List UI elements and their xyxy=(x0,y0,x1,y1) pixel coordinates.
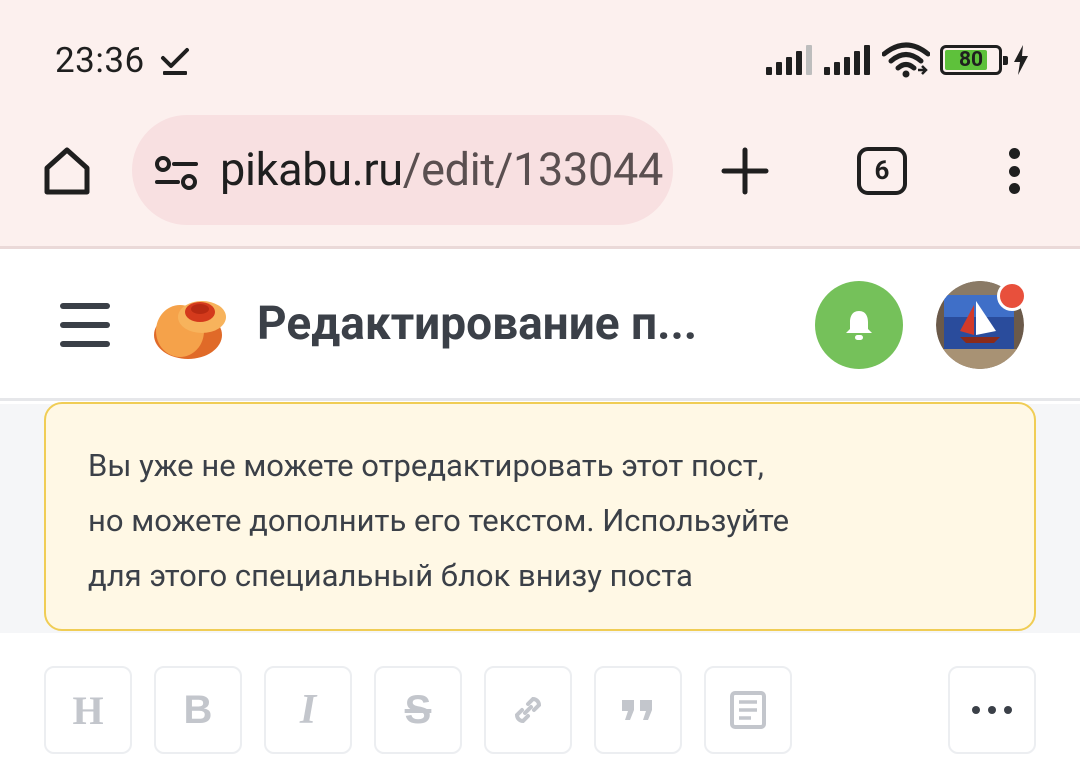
pikabu-logo[interactable] xyxy=(150,287,230,363)
text-block-button[interactable] xyxy=(704,666,792,754)
dot xyxy=(1008,148,1020,159)
wifi-icon xyxy=(882,42,930,78)
quote-button[interactable] xyxy=(594,666,682,754)
signal-icon xyxy=(766,45,812,75)
strikethrough-icon: S xyxy=(404,687,432,732)
status-time: 23:36 xyxy=(55,40,145,81)
battery-level: 80 xyxy=(958,48,984,72)
site-settings-icon[interactable] xyxy=(154,155,200,191)
new-tab-button[interactable] xyxy=(716,142,774,200)
site-header: Редактирование п... xyxy=(0,249,1080,401)
document-icon xyxy=(730,691,766,729)
tab-count: 6 xyxy=(874,156,890,186)
bold-button[interactable]: B xyxy=(154,666,242,754)
link-button[interactable] xyxy=(484,666,572,754)
tabs-button[interactable]: 6 xyxy=(857,147,907,195)
menu-line xyxy=(60,303,110,309)
browser-chrome: 23:36 80 pikabu.ru/edit/133044 6 xyxy=(0,0,1080,246)
home-icon xyxy=(44,147,90,195)
notice-line: но можете дополнить его текстом. Использ… xyxy=(88,502,790,539)
quote-icon xyxy=(622,700,652,720)
editor-toolbar: H B I S xyxy=(0,633,1080,779)
bell-icon xyxy=(846,311,872,340)
strikethrough-button[interactable]: S xyxy=(374,666,462,754)
user-avatar-button[interactable] xyxy=(936,281,1027,369)
url-text[interactable]: pikabu.ru/edit/133044 xyxy=(220,143,663,196)
new-tab-icon xyxy=(721,147,769,195)
heading-icon: H xyxy=(72,687,104,733)
italic-button[interactable]: I xyxy=(264,666,352,754)
url-domain: pikabu.ru xyxy=(220,143,403,196)
home-button[interactable] xyxy=(38,140,96,200)
status-icons: 80 xyxy=(766,42,1030,78)
edit-notice: Вы уже не можете отредактировать этот по… xyxy=(44,402,1036,631)
link-icon xyxy=(514,696,542,724)
dot xyxy=(1008,165,1020,177)
menu-line xyxy=(60,322,110,328)
signal-icon xyxy=(824,45,870,75)
url-path: /edit/133044 xyxy=(402,143,663,196)
bold-icon: B xyxy=(183,687,213,732)
url-bar[interactable]: pikabu.ru/edit/133044 xyxy=(132,115,673,225)
more-options-icon[interactable] xyxy=(996,143,1032,199)
menu-line xyxy=(60,341,110,347)
more-horizontal-icon xyxy=(972,706,1012,714)
more-tools-button[interactable] xyxy=(948,666,1036,754)
page-title: Редактирование п... xyxy=(257,297,698,351)
notice-line: для этого специальный блок внизу поста xyxy=(88,557,693,594)
notifications-button[interactable] xyxy=(815,281,903,369)
download-done-icon xyxy=(161,48,189,75)
dot xyxy=(1008,183,1020,194)
menu-icon[interactable] xyxy=(60,303,110,347)
charging-icon xyxy=(1014,45,1028,75)
notice-line: Вы уже не можете отредактировать этот по… xyxy=(88,447,764,484)
battery-icon: 80 xyxy=(940,45,1008,75)
italic-icon: I xyxy=(299,687,317,733)
notification-dot xyxy=(997,281,1027,311)
heading-button[interactable]: H xyxy=(44,666,132,754)
